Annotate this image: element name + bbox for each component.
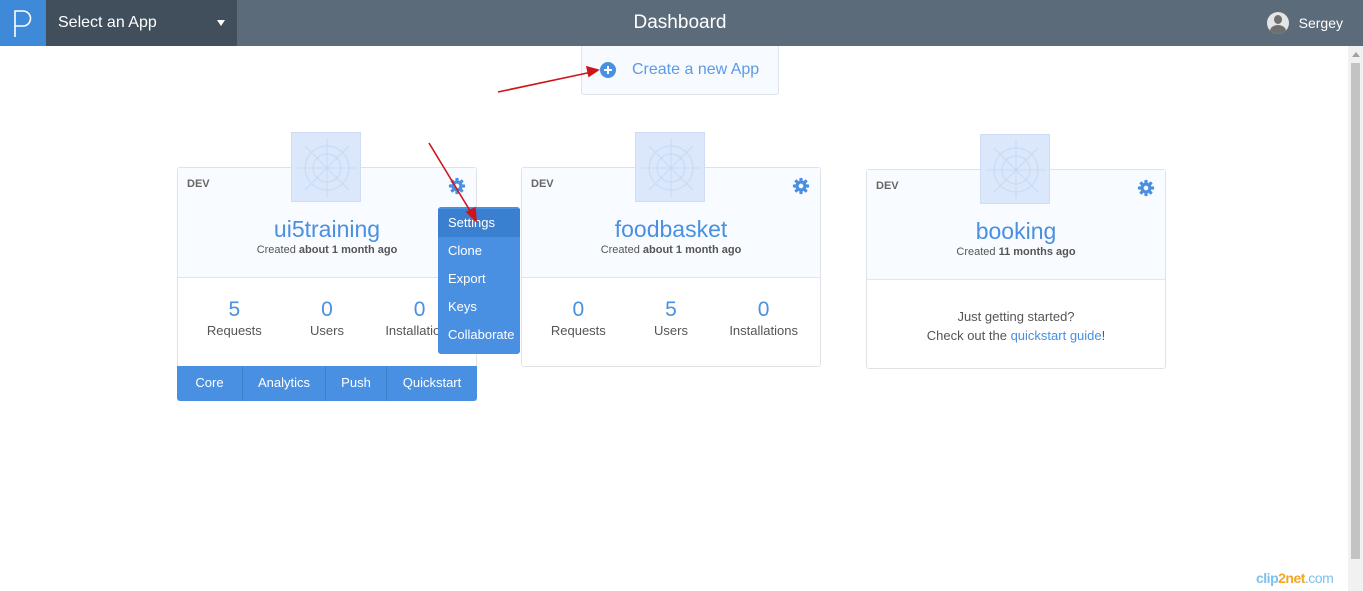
app-select-dropdown[interactable]: Select an App	[46, 0, 237, 46]
page-title: Dashboard	[633, 12, 727, 33]
user-name: Sergey	[1298, 15, 1343, 31]
user-menu[interactable]: Sergey	[1266, 0, 1343, 46]
create-new-app-label: Create a new App	[632, 61, 760, 78]
app-name[interactable]: foodbasket	[522, 216, 820, 243]
stat-users: 5 Users	[654, 298, 688, 338]
env-badge: DEV	[531, 178, 554, 190]
tab-core[interactable]: Core	[177, 366, 243, 401]
annotation-arrow-create	[497, 71, 593, 93]
quickstart-guide-link[interactable]: quickstart guide	[1011, 328, 1102, 343]
stat-requests: 5 Requests	[206, 298, 262, 338]
created-date: Created 11 months ago	[956, 246, 1076, 258]
env-badge: DEV	[876, 180, 899, 192]
gear-icon[interactable]	[792, 177, 810, 195]
gear-icon[interactable]	[448, 177, 466, 195]
gear-icon[interactable]	[1137, 179, 1155, 197]
created-date: Created about 1 month ago	[256, 244, 398, 256]
app-thumbnail-image	[635, 132, 705, 202]
create-new-app-button[interactable]: Create a new App	[581, 46, 779, 95]
tab-push[interactable]: Push	[326, 366, 387, 401]
menu-item-collaborate[interactable]: Collaborate	[438, 321, 520, 349]
vertical-scrollbar[interactable]	[1348, 46, 1363, 591]
app-name[interactable]: ui5training	[178, 216, 476, 243]
app-settings-menu: Settings Clone Export Keys Collaborate	[438, 207, 520, 354]
scrollbar-thumb[interactable]	[1351, 63, 1360, 559]
parse-logo-icon[interactable]	[0, 0, 46, 46]
clip2net-watermark: clip2net.com	[1256, 570, 1334, 586]
menu-item-export[interactable]: Export	[438, 265, 520, 293]
app-card-tabs: Core Analytics Push Quickstart	[177, 366, 477, 401]
top-navigation-bar: Select an App Dashboard Sergey	[0, 0, 1363, 46]
app-name[interactable]: booking	[867, 218, 1165, 245]
app-select-label: Select an App	[58, 14, 157, 31]
env-badge: DEV	[187, 178, 210, 190]
menu-item-settings[interactable]: Settings	[438, 209, 520, 237]
app-stats: 0 Requests 5 Users 0 Installations	[522, 298, 820, 338]
stat-installations: 0 Installations	[729, 298, 798, 338]
created-date: Created about 1 month ago	[600, 244, 742, 256]
menu-item-clone[interactable]: Clone	[438, 237, 520, 265]
app-thumbnail-image	[980, 134, 1050, 204]
avatar	[1266, 12, 1289, 34]
scroll-up-arrow-icon[interactable]	[1352, 52, 1360, 57]
tab-quickstart[interactable]: Quickstart	[387, 366, 477, 401]
app-stats: 5 Requests 0 Users 0 Installations	[178, 298, 476, 338]
tab-analytics[interactable]: Analytics	[243, 366, 326, 401]
menu-item-keys[interactable]: Keys	[438, 293, 520, 321]
stat-requests: 0 Requests	[550, 298, 606, 338]
plus-circle-icon	[600, 62, 616, 78]
caret-down-icon	[217, 20, 225, 26]
getting-started-text: Just getting started? Check out the quic…	[926, 309, 1106, 343]
app-thumbnail-image	[291, 132, 361, 202]
stat-users: 0 Users	[310, 298, 344, 338]
